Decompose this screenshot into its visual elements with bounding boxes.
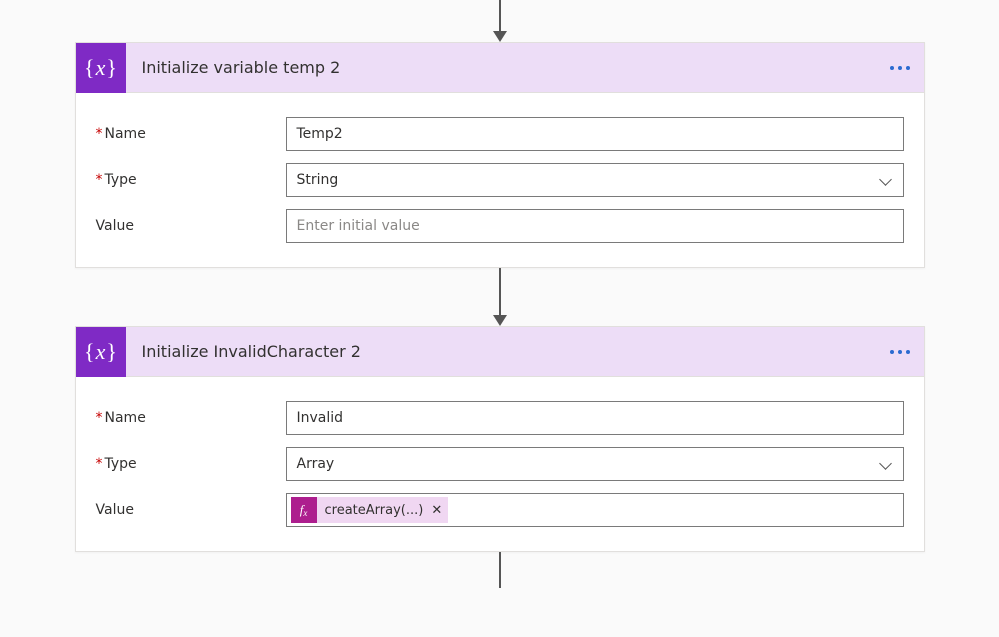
arrow-line	[499, 552, 501, 588]
arrow-down-icon	[493, 315, 507, 326]
card-header[interactable]: x Initialize variable temp 2	[76, 43, 924, 93]
action-card-initialize-invalid[interactable]: x Initialize InvalidCharacter 2 *Name In…	[75, 326, 925, 552]
token-text: createArray(...)	[325, 503, 424, 518]
card-body: *Name Invalid *Type Array Value	[76, 377, 924, 551]
expression-token[interactable]: fx createArray(...) ✕	[291, 497, 449, 523]
variable-icon: x	[76, 43, 126, 93]
type-select-value: String	[297, 172, 339, 188]
card-menu-button[interactable]	[876, 350, 924, 354]
type-select[interactable]: Array	[286, 447, 904, 481]
card-title: Initialize InvalidCharacter 2	[126, 342, 876, 361]
required-asterisk: *	[96, 410, 103, 426]
arrow-down-icon	[493, 31, 507, 42]
action-card-initialize-temp2[interactable]: x Initialize variable temp 2 *Name Temp2…	[75, 42, 925, 268]
chevron-down-icon	[879, 173, 893, 187]
required-asterisk: *	[96, 456, 103, 472]
type-label: *Type	[96, 172, 286, 188]
card-header[interactable]: x Initialize InvalidCharacter 2	[76, 327, 924, 377]
flow-arrow-middle	[493, 268, 507, 326]
field-row-type: *Type Array	[96, 447, 904, 481]
type-select[interactable]: String	[286, 163, 904, 197]
name-input[interactable]: Temp2	[286, 117, 904, 151]
value-label: Value	[96, 218, 286, 234]
name-input[interactable]: Invalid	[286, 401, 904, 435]
field-row-type: *Type String	[96, 163, 904, 197]
field-row-value: Value Enter initial value	[96, 209, 904, 243]
flow-arrow-top	[493, 0, 507, 42]
value-input[interactable]: fx createArray(...) ✕	[286, 493, 904, 527]
name-label: *Name	[96, 410, 286, 426]
type-select-value: Array	[297, 456, 335, 472]
field-row-name: *Name Temp2	[96, 117, 904, 151]
flow-canvas: x Initialize variable temp 2 *Name Temp2…	[0, 0, 999, 588]
required-asterisk: *	[96, 172, 103, 188]
arrow-line	[499, 268, 501, 316]
field-row-name: *Name Invalid	[96, 401, 904, 435]
field-row-value: Value fx createArray(...) ✕	[96, 493, 904, 527]
card-title: Initialize variable temp 2	[126, 58, 876, 77]
value-input[interactable]: Enter initial value	[286, 209, 904, 243]
name-label: *Name	[96, 126, 286, 142]
card-body: *Name Temp2 *Type String Value Enter ini…	[76, 93, 924, 267]
chevron-down-icon	[879, 457, 893, 471]
card-menu-button[interactable]	[876, 66, 924, 70]
variable-icon: x	[76, 327, 126, 377]
required-asterisk: *	[96, 126, 103, 142]
flow-arrow-bottom	[499, 552, 501, 588]
type-label: *Type	[96, 456, 286, 472]
arrow-line	[499, 0, 501, 32]
token-remove-icon[interactable]: ✕	[431, 503, 442, 518]
value-label: Value	[96, 502, 286, 518]
fx-icon: fx	[291, 497, 317, 523]
